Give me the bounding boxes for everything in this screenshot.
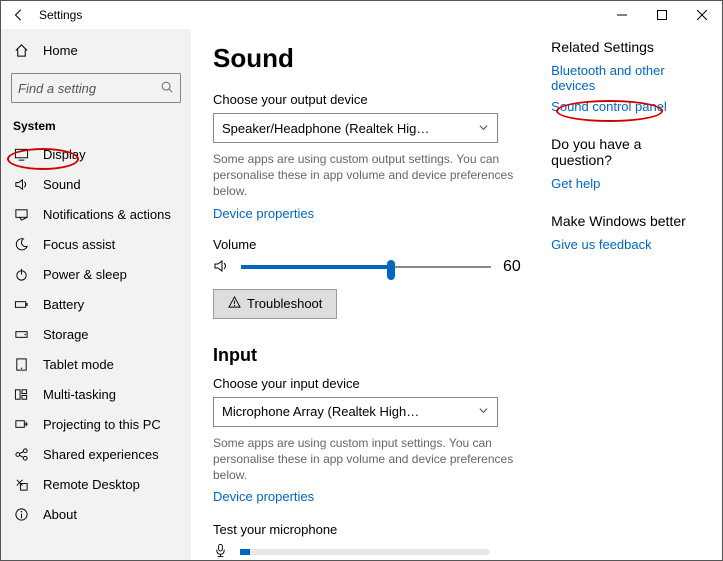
link-feedback[interactable]: Give us feedback	[551, 237, 702, 252]
sidebar-item-shared-experiences[interactable]: Shared experiences	[1, 439, 191, 469]
input-note: Some apps are using custom input setting…	[213, 435, 531, 484]
tablet-icon	[13, 357, 29, 372]
remote-icon	[13, 477, 29, 492]
sidebar-item-label: About	[43, 507, 77, 522]
warning-icon	[228, 296, 241, 312]
sidebar-item-about[interactable]: About	[1, 499, 191, 529]
sidebar-item-label: Display	[43, 147, 86, 162]
about-icon	[13, 507, 29, 522]
titlebar: Settings	[1, 1, 722, 29]
back-button[interactable]	[7, 8, 31, 22]
volume-label: Volume	[213, 237, 531, 252]
output-device-select[interactable]: Speaker/Headphone (Realtek Hig…	[213, 113, 498, 143]
chevron-down-icon	[478, 121, 489, 136]
shared-icon	[13, 447, 29, 462]
output-device-value: Speaker/Headphone (Realtek Hig…	[222, 121, 429, 136]
sidebar-group-system: System	[1, 113, 191, 139]
sidebar-item-remote-desktop[interactable]: Remote Desktop	[1, 469, 191, 499]
power-icon	[13, 267, 29, 282]
input-heading: Input	[213, 345, 531, 366]
sidebar-item-battery[interactable]: Battery	[1, 289, 191, 319]
search-icon	[160, 80, 174, 97]
input-device-value: Microphone Array (Realtek High…	[222, 404, 419, 419]
microphone-icon	[213, 543, 228, 560]
sidebar-item-sound[interactable]: Sound	[1, 169, 191, 199]
chevron-down-icon	[478, 404, 489, 419]
sidebar-item-label: Focus assist	[43, 237, 115, 252]
sidebar-item-tablet-mode[interactable]: Tablet mode	[1, 349, 191, 379]
multitask-icon	[13, 387, 29, 402]
sidebar-item-label: Shared experiences	[43, 447, 159, 462]
output-device-props-link[interactable]: Device properties	[213, 206, 314, 221]
link-bluetooth[interactable]: Bluetooth and other devices	[551, 63, 702, 93]
input-device-props-link[interactable]: Device properties	[213, 489, 314, 504]
search-placeholder: Find a setting	[18, 81, 96, 96]
moon-icon	[13, 237, 29, 252]
storage-icon	[13, 327, 29, 342]
bell-icon	[13, 207, 29, 222]
sidebar-item-label: Notifications & actions	[43, 207, 171, 222]
sidebar-item-label: Storage	[43, 327, 89, 342]
display-icon	[13, 147, 29, 162]
link-get-help[interactable]: Get help	[551, 176, 702, 191]
sidebar-item-label: Power & sleep	[43, 267, 127, 282]
sidebar-home-label: Home	[43, 43, 78, 58]
sidebar-item-storage[interactable]: Storage	[1, 319, 191, 349]
mic-level-bar	[240, 549, 490, 555]
volume-icon	[213, 258, 229, 277]
minimize-button[interactable]	[602, 1, 642, 29]
app-title: Settings	[39, 8, 82, 22]
volume-slider[interactable]	[241, 259, 491, 275]
sidebar-item-projecting-to-this-pc[interactable]: Projecting to this PC	[1, 409, 191, 439]
sidebar-item-label: Tablet mode	[43, 357, 114, 372]
volume-value: 60	[503, 258, 521, 276]
sidebar-item-label: Projecting to this PC	[43, 417, 161, 432]
sidebar-item-multi-tasking[interactable]: Multi-tasking	[1, 379, 191, 409]
sound-icon	[13, 177, 29, 192]
sidebar-item-label: Sound	[43, 177, 81, 192]
sidebar-home[interactable]: Home	[1, 35, 191, 65]
page-title: Sound	[213, 43, 531, 74]
sidebar-item-label: Battery	[43, 297, 84, 312]
output-choose-label: Choose your output device	[213, 92, 531, 107]
sidebar-item-label: Multi-tasking	[43, 387, 116, 402]
close-button[interactable]	[682, 1, 722, 29]
home-icon	[13, 43, 29, 58]
battery-icon	[13, 297, 29, 312]
sidebar-item-focus-assist[interactable]: Focus assist	[1, 229, 191, 259]
question-title: Do you have a question?	[551, 136, 702, 168]
maximize-button[interactable]	[642, 1, 682, 29]
search-input[interactable]: Find a setting	[11, 73, 181, 103]
mic-test-label: Test your microphone	[213, 522, 531, 537]
sidebar-item-label: Remote Desktop	[43, 477, 140, 492]
sidebar-item-power-sleep[interactable]: Power & sleep	[1, 259, 191, 289]
sidebar-item-display[interactable]: Display	[1, 139, 191, 169]
related-title: Related Settings	[551, 39, 702, 55]
sidebar-item-notifications-actions[interactable]: Notifications & actions	[1, 199, 191, 229]
link-sound-control-panel[interactable]: Sound control panel	[551, 99, 702, 114]
output-troubleshoot-button[interactable]: Troubleshoot	[213, 289, 337, 319]
sidebar: Home Find a setting System Display Sound N…	[1, 29, 191, 560]
output-note: Some apps are using custom output settin…	[213, 151, 531, 200]
project-icon	[13, 417, 29, 432]
input-choose-label: Choose your input device	[213, 376, 531, 391]
input-device-select[interactable]: Microphone Array (Realtek High…	[213, 397, 498, 427]
feedback-title: Make Windows better	[551, 213, 702, 229]
